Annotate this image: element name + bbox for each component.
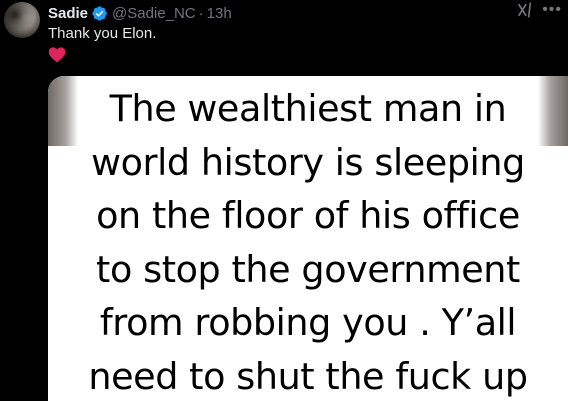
post-text: Thank you Elon. [48, 25, 157, 42]
verified-badge-icon [92, 5, 107, 21]
grok-icon[interactable] [516, 1, 534, 19]
author-handle[interactable]: @Sadie_NC [112, 5, 196, 22]
author-name[interactable]: Sadie [48, 5, 88, 22]
post-media-image[interactable]: The wealthiest man in world history is s… [48, 76, 568, 401]
more-options-icon[interactable]: ••• [542, 1, 562, 19]
heart-icon [48, 47, 66, 63]
post-timestamp[interactable]: 13h [207, 5, 232, 22]
post: Sadie @Sadie_NC · 13h ••• Thank you Elon… [0, 0, 568, 401]
avatar[interactable] [4, 2, 40, 38]
post-header: Sadie @Sadie_NC · 13h [48, 3, 232, 23]
media-caption-text: The wealthiest man in world history is s… [88, 87, 528, 398]
post-actions-top: ••• [516, 1, 562, 19]
separator-dot: · [198, 4, 204, 22]
